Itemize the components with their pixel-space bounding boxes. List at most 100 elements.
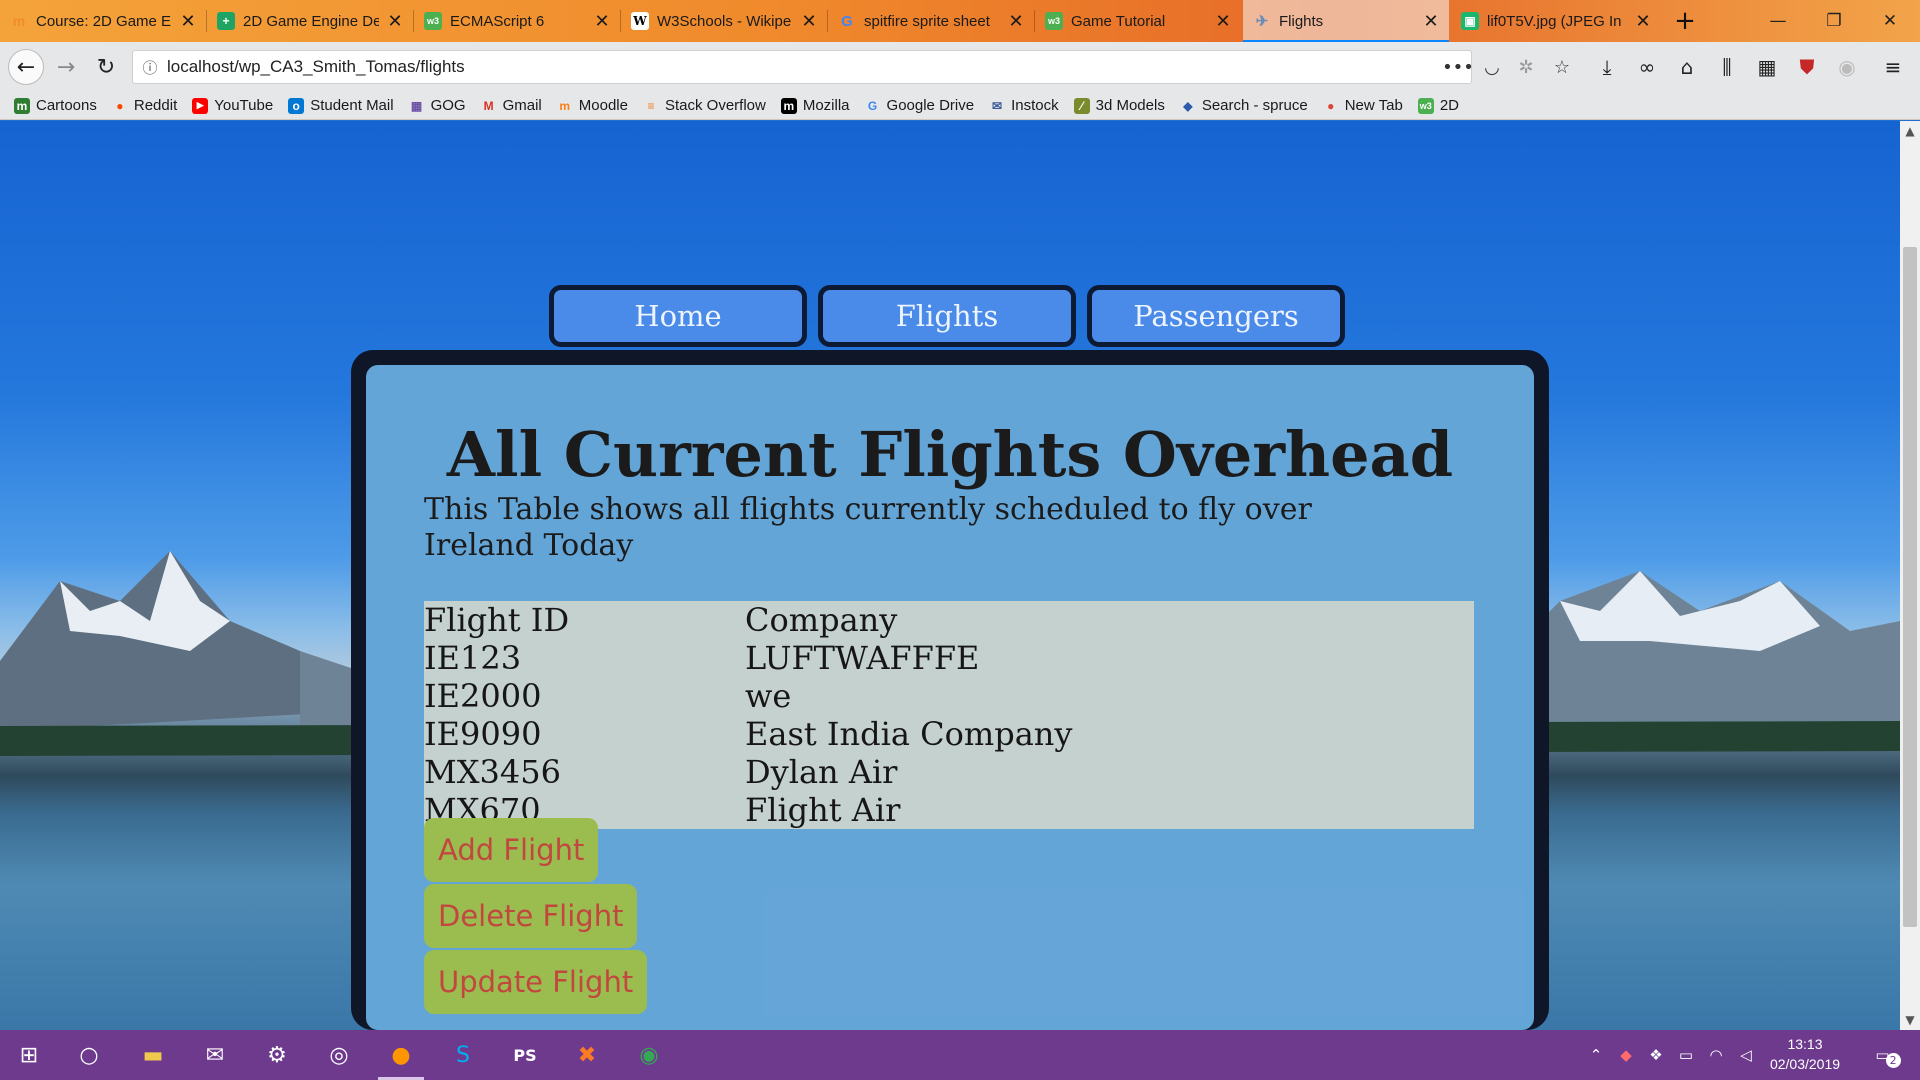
- battery-icon[interactable]: ▭: [1674, 1043, 1698, 1067]
- nav-home-button[interactable]: Home: [549, 285, 807, 347]
- tab-label: Game Tutorial: [1071, 12, 1166, 30]
- scroll-up-icon[interactable]: ▲: [1900, 121, 1920, 141]
- bookmark-item[interactable]: o Student Mail: [288, 97, 394, 114]
- close-icon[interactable]: ✕: [801, 11, 817, 32]
- nav-passengers-button[interactable]: Passengers: [1087, 285, 1345, 347]
- close-icon[interactable]: ✕: [1635, 11, 1651, 32]
- mozilla-icon: m: [780, 97, 797, 114]
- back-arrow-icon[interactable]: ←: [8, 49, 44, 85]
- bookmark-item[interactable]: ● Reddit: [112, 97, 177, 114]
- volume-muted-icon[interactable]: ◁: [1734, 1043, 1758, 1067]
- cell-flight-id: IE9090: [424, 715, 542, 753]
- close-icon[interactable]: ✕: [1423, 11, 1439, 32]
- tab-ecmascript[interactable]: w3 ECMAScript 6 ✕: [414, 0, 620, 42]
- 3d-models-icon: ⁄: [1073, 97, 1090, 114]
- bookmark-label: 3d Models: [1095, 97, 1165, 114]
- scrollbar-thumb[interactable]: [1903, 247, 1917, 927]
- menu-icon[interactable]: ≡: [1876, 51, 1910, 83]
- phpstorm-icon[interactable]: PS: [496, 1030, 554, 1080]
- windows-start-icon[interactable]: ⊞: [0, 1030, 58, 1080]
- bookmark-item[interactable]: m Cartoons: [14, 97, 97, 114]
- tab-course[interactable]: m Course: 2D Game En ✕: [0, 0, 206, 42]
- chrome-icon[interactable]: ◉: [620, 1030, 678, 1080]
- windows-taskbar: ⊞ ○ ▬ ✉ ⚙ ◎ ● S PS ✖ ◉ ⌃ ◆ ❖ ▭ ◠ ◁ 13:13…: [0, 1030, 1920, 1080]
- info-icon[interactable]: ⓘ: [133, 57, 167, 78]
- ublock-shield-icon[interactable]: ⛊: [1790, 51, 1824, 83]
- show-hidden-icons-chevron-icon[interactable]: ⌃: [1584, 1043, 1608, 1067]
- bookmark-item[interactable]: w3 2D: [1417, 97, 1459, 114]
- reddit-icon: ●: [116, 98, 124, 113]
- close-icon[interactable]: ✕: [1215, 11, 1231, 32]
- bug-icon[interactable]: ✲: [1510, 50, 1542, 84]
- close-window-icon[interactable]: ✕: [1862, 0, 1918, 42]
- bookmark-item[interactable]: ● New Tab: [1323, 97, 1403, 114]
- file-explorer-icon[interactable]: ▬: [124, 1030, 182, 1080]
- new-tab-button[interactable]: +: [1664, 0, 1706, 42]
- bookmark-item[interactable]: ▶ YouTube: [192, 97, 273, 114]
- close-icon[interactable]: ✕: [387, 11, 403, 32]
- minimize-icon[interactable]: —: [1750, 0, 1806, 42]
- home-icon[interactable]: ⌂: [1670, 51, 1704, 83]
- tab-bar: m Course: 2D Game En ✕ + 2D Game Engine …: [0, 0, 1920, 42]
- dropbox-icon[interactable]: ❖: [1644, 1043, 1668, 1067]
- pocket-icon[interactable]: ◡: [1476, 50, 1508, 84]
- firefox-icon[interactable]: ●: [372, 1030, 430, 1080]
- xampp-icon[interactable]: ✖: [558, 1030, 616, 1080]
- bookmark-item[interactable]: ⁄ 3d Models: [1073, 97, 1165, 114]
- url-text[interactable]: localhost/wp_CA3_Smith_Tomas/flights: [167, 57, 465, 77]
- tab-spitfire[interactable]: G spitfire sprite sheet ✕: [828, 0, 1034, 42]
- bookmark-item[interactable]: ▦ GOG: [409, 97, 466, 114]
- tab-game-tutorial[interactable]: w3 Game Tutorial ✕: [1035, 0, 1241, 42]
- add-flight-button[interactable]: Add Flight: [424, 818, 599, 882]
- account-icon[interactable]: ◉: [1830, 51, 1864, 83]
- mail-icon[interactable]: ✉: [186, 1030, 244, 1080]
- system-clock[interactable]: 13:13 02/03/2019: [1760, 1034, 1850, 1074]
- bookmark-item[interactable]: ◆ Search - spruce: [1180, 97, 1308, 114]
- update-flight-button[interactable]: Update Flight: [424, 950, 648, 1014]
- page-actions-icon[interactable]: •••: [1442, 50, 1474, 84]
- bookmark-item[interactable]: ≡ Stack Overflow: [643, 97, 766, 114]
- outlook-icon: o: [288, 97, 305, 114]
- nav-flights-button[interactable]: Flights: [818, 285, 1076, 347]
- bookmark-label: Stack Overflow: [664, 97, 766, 114]
- extensions-icon[interactable]: ▦: [1750, 51, 1784, 83]
- library-icon[interactable]: ⫼: [1710, 51, 1744, 83]
- scroll-down-icon[interactable]: ▼: [1900, 1010, 1920, 1030]
- close-icon[interactable]: ✕: [594, 11, 610, 32]
- instock-icon: ✉: [992, 98, 1003, 113]
- tab-w3schools[interactable]: W W3Schools - Wikipe ✕: [621, 0, 827, 42]
- bookmark-item[interactable]: ✉ Instock: [989, 97, 1059, 114]
- reload-icon[interactable]: ↻: [90, 51, 122, 83]
- cortana-search-icon[interactable]: ○: [60, 1030, 118, 1080]
- tray-app-icon[interactable]: ◆: [1614, 1043, 1638, 1067]
- tab-2d-game-engine[interactable]: + 2D Game Engine De ✕: [207, 0, 413, 42]
- tab-image[interactable]: ▣ lif0T5V.jpg (JPEG In ✕: [1451, 0, 1661, 42]
- tab-flights[interactable]: ✈ Flights ✕: [1243, 0, 1449, 42]
- wifi-icon[interactable]: ◠: [1704, 1043, 1728, 1067]
- clock-date: 02/03/2019: [1769, 1056, 1841, 1072]
- close-icon[interactable]: ✕: [180, 11, 196, 32]
- steam-icon[interactable]: ⚙: [248, 1030, 306, 1080]
- tab-label: 2D Game Engine De: [243, 12, 379, 30]
- discord-icon[interactable]: ◎: [310, 1030, 368, 1080]
- delete-flight-button[interactable]: Delete Flight: [424, 884, 638, 948]
- address-bar[interactable]: ⓘ localhost/wp_CA3_Smith_Tomas/flights: [132, 50, 1472, 84]
- bookmark-label: Moodle: [578, 97, 628, 114]
- bookmark-item[interactable]: m Mozilla: [780, 97, 850, 114]
- imgur-icon: ▣: [1461, 12, 1479, 30]
- bookmark-star-icon[interactable]: ☆: [1546, 50, 1578, 84]
- private-mask-icon[interactable]: ∞: [1630, 51, 1664, 83]
- bookmark-item[interactable]: m Moodle: [557, 97, 628, 114]
- notification-count: 2: [1885, 1052, 1901, 1068]
- download-icon[interactable]: ⤓: [1590, 51, 1624, 83]
- vertical-scrollbar[interactable]: ▲ ▼: [1900, 121, 1920, 1030]
- bookmark-label: Google Drive: [886, 97, 975, 114]
- forward-arrow-icon[interactable]: →: [50, 51, 82, 83]
- bookmark-label: Gmail: [502, 97, 542, 114]
- bookmark-item[interactable]: M Gmail: [481, 97, 542, 114]
- bookmark-item[interactable]: G Google Drive: [865, 97, 975, 114]
- skype-icon[interactable]: S: [434, 1030, 492, 1080]
- close-icon[interactable]: ✕: [1008, 11, 1024, 32]
- restore-icon[interactable]: ❐: [1806, 0, 1862, 42]
- notification-center-icon[interactable]: ▭ 2: [1868, 1043, 1908, 1068]
